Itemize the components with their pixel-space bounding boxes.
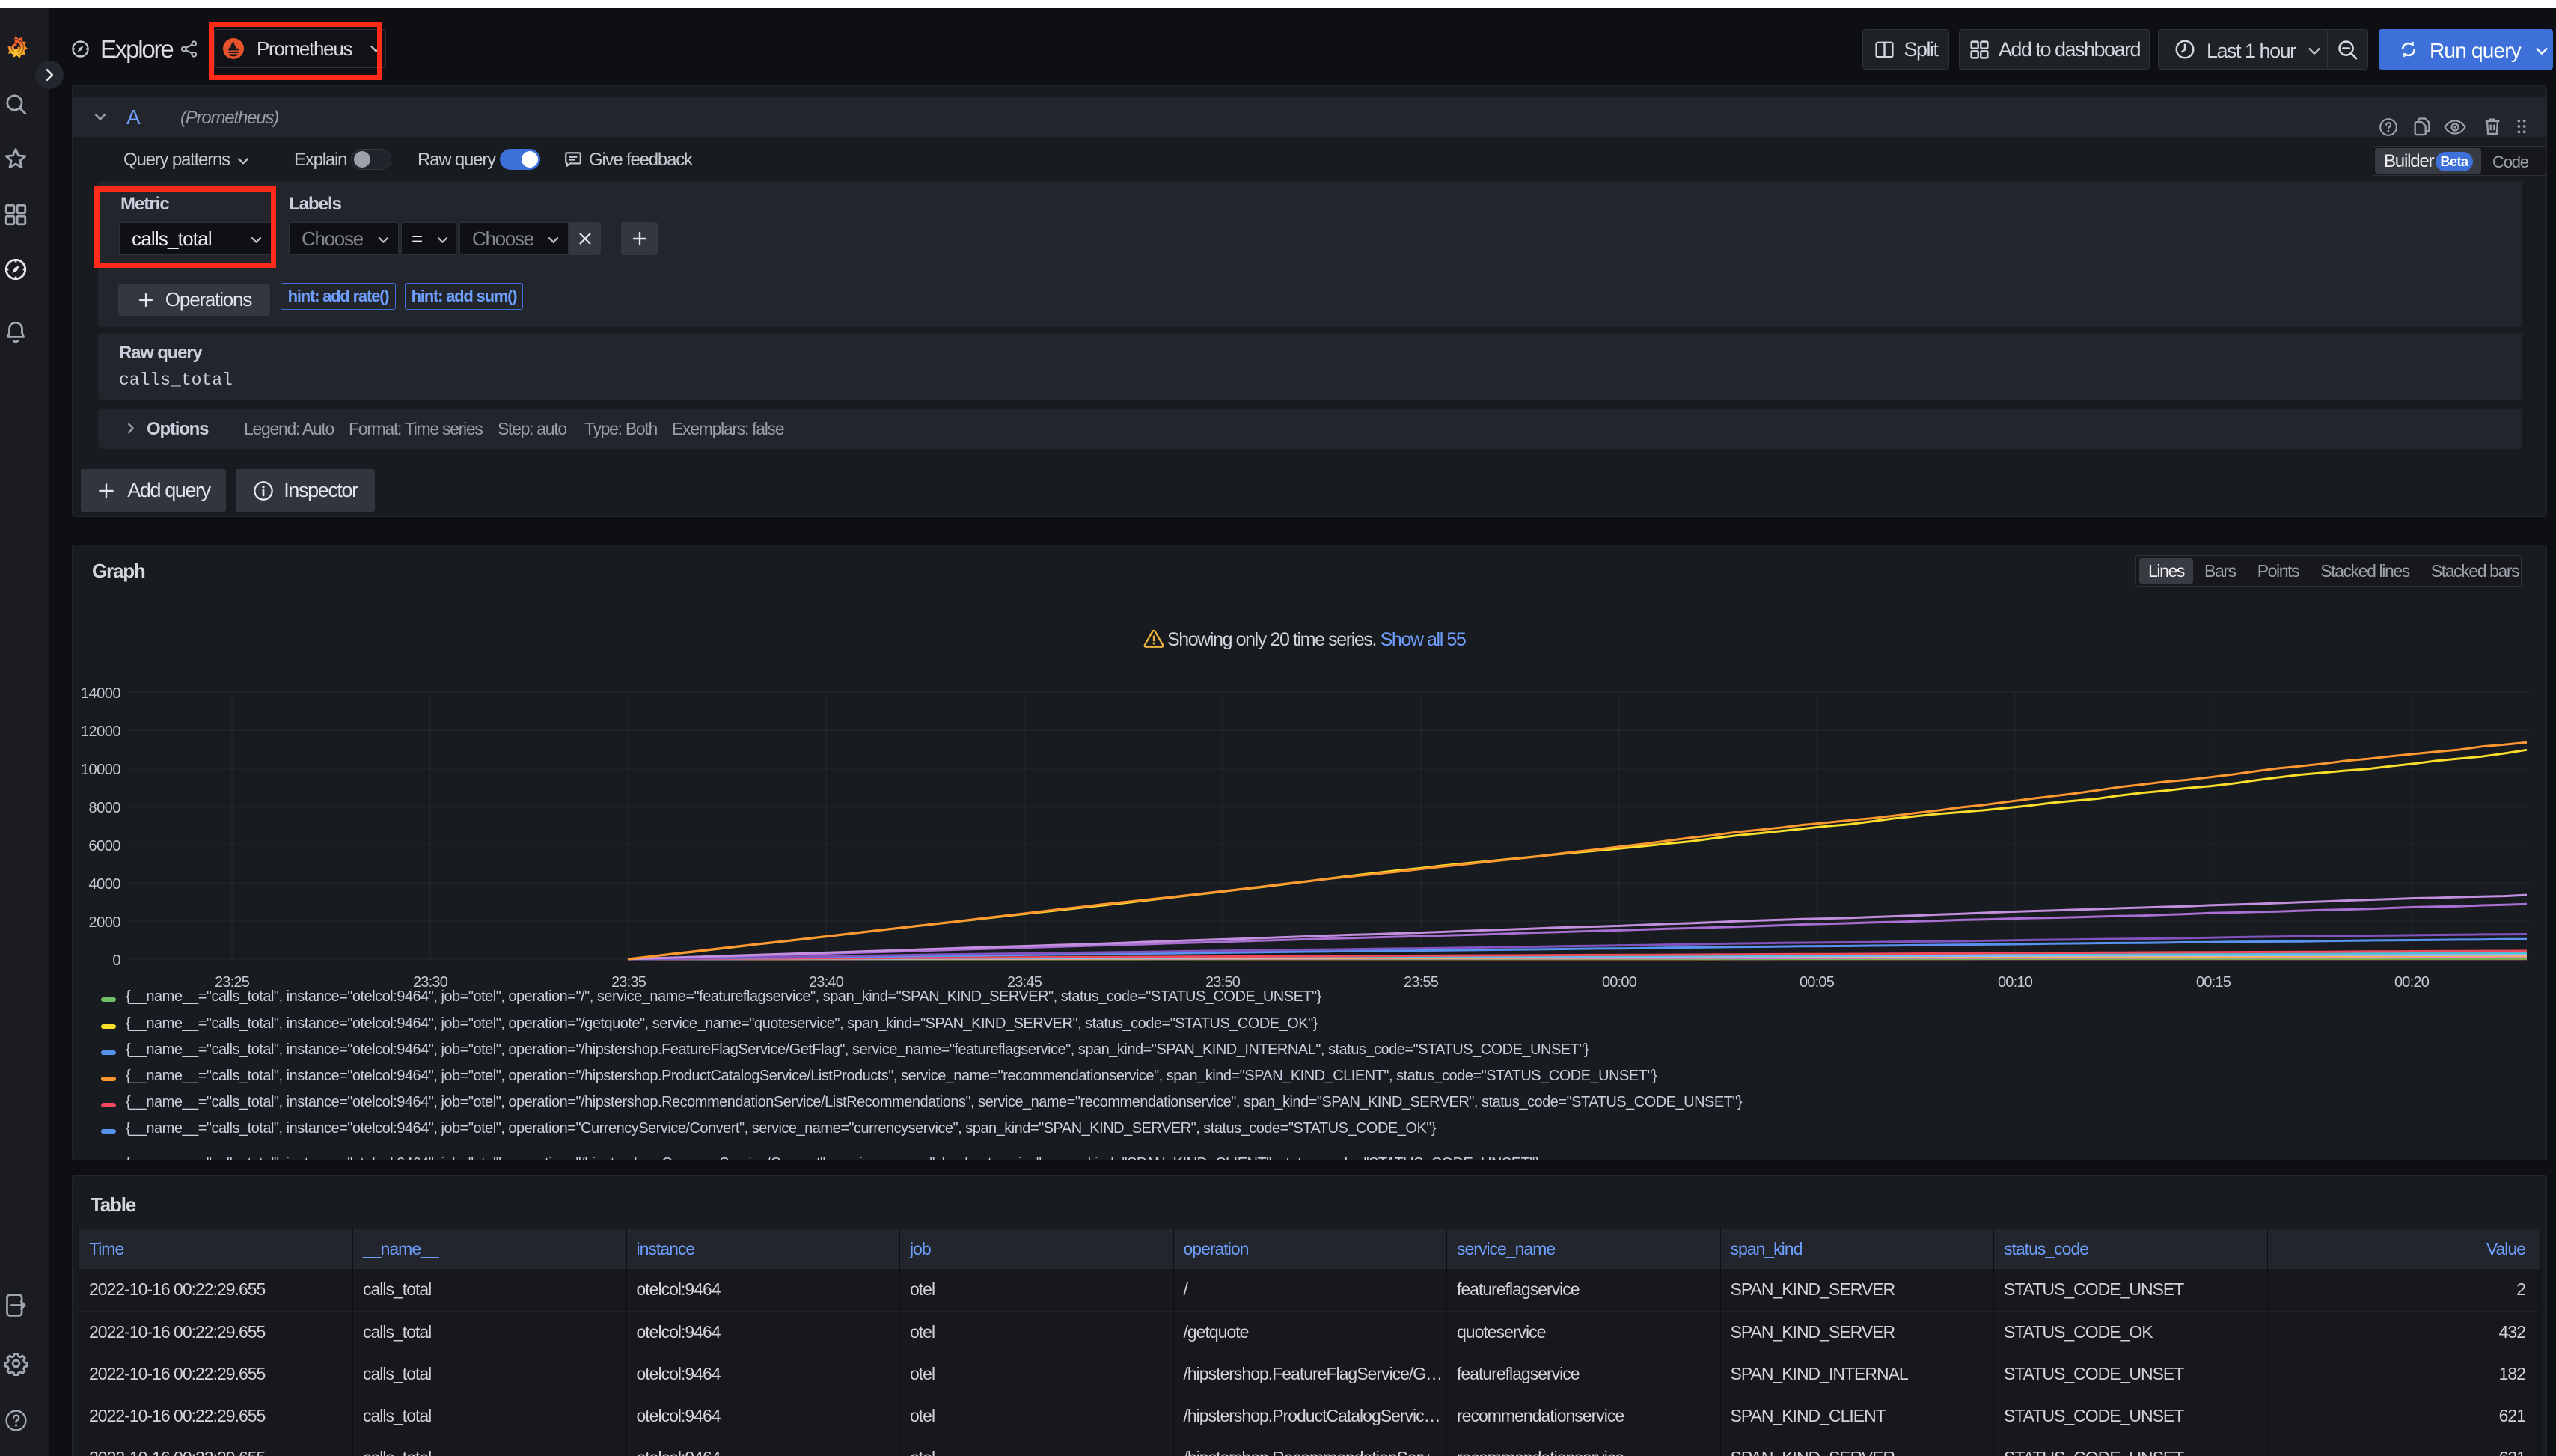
svg-text:10000: 10000 — [81, 762, 120, 778]
svg-text:0: 0 — [112, 952, 120, 969]
svg-text:00:15: 00:15 — [2196, 974, 2231, 991]
svg-text:8000: 8000 — [89, 800, 121, 816]
svg-text:00:20: 00:20 — [2394, 974, 2430, 991]
svg-text:14000: 14000 — [81, 685, 120, 702]
svg-text:00:10: 00:10 — [1998, 974, 2033, 991]
svg-text:6000: 6000 — [89, 838, 121, 854]
svg-text:12000: 12000 — [81, 724, 120, 740]
svg-text:00:00: 00:00 — [1602, 974, 1637, 991]
svg-text:4000: 4000 — [89, 876, 121, 893]
svg-text:00:05: 00:05 — [1800, 974, 1835, 991]
svg-text:23:55: 23:55 — [1404, 974, 1439, 991]
svg-text:2000: 2000 — [89, 914, 121, 931]
